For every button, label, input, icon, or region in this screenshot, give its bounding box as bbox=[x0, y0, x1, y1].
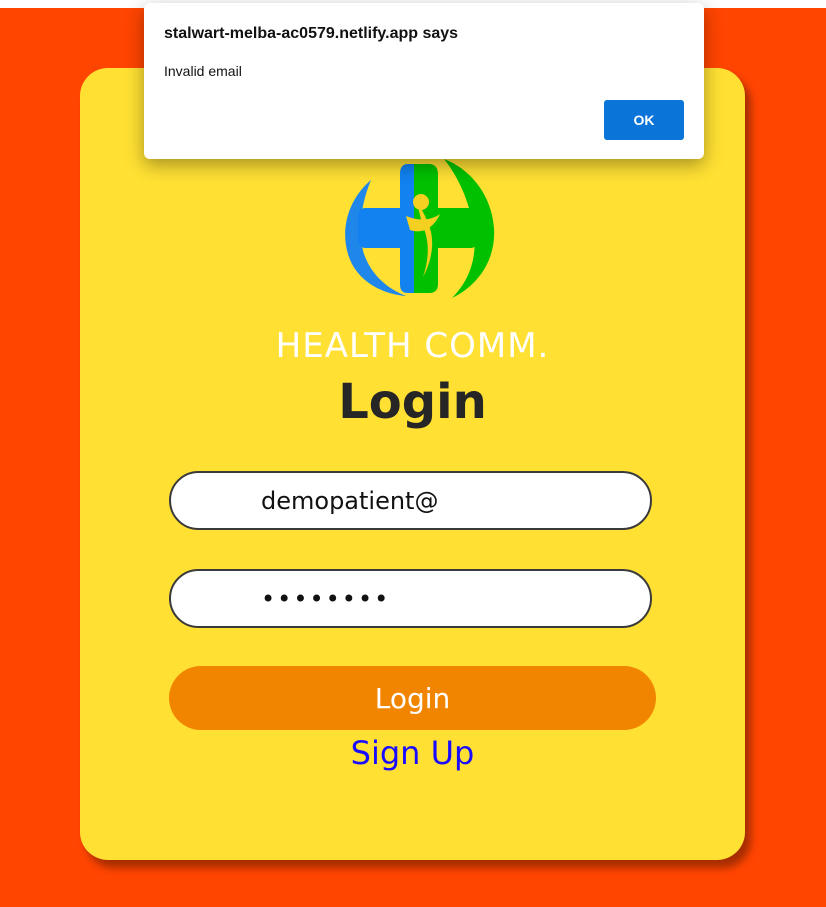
alert-dialog: stalwart-melba-ac0579.netlify.app says I… bbox=[144, 3, 704, 159]
password-field[interactable] bbox=[169, 569, 652, 628]
login-button[interactable]: Login bbox=[169, 666, 656, 730]
dialog-title: stalwart-melba-ac0579.netlify.app says bbox=[164, 25, 459, 42]
ok-button[interactable]: OK bbox=[604, 100, 684, 140]
page-title: Login bbox=[338, 374, 487, 430]
login-card: HEALTH COMM. Login Login Sign Up bbox=[80, 68, 745, 860]
health-cross-logo-icon bbox=[345, 159, 495, 298]
brand-name: HEALTH COMM. bbox=[275, 326, 550, 366]
sign-up-link[interactable]: Sign Up bbox=[80, 734, 745, 772]
dialog-message: Invalid email bbox=[164, 63, 242, 79]
email-field[interactable] bbox=[169, 471, 652, 530]
